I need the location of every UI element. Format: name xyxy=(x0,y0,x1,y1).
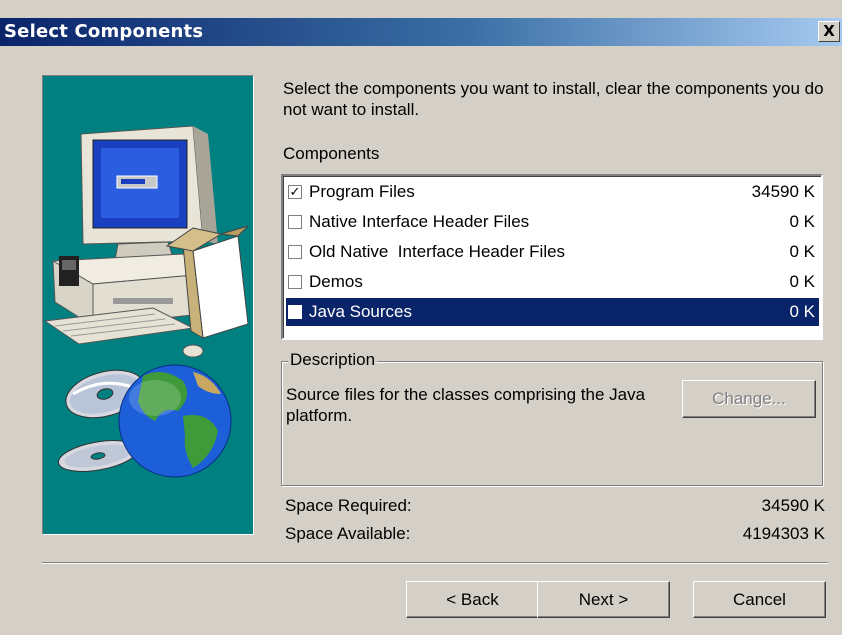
checkbox-native-interface-header-files[interactable] xyxy=(288,215,302,229)
illustration-graphic xyxy=(43,125,249,478)
space-required-label: Space Required: xyxy=(285,496,412,515)
component-name: Java Sources xyxy=(309,302,412,321)
component-size: 0 K xyxy=(789,302,815,321)
component-name: Demos xyxy=(309,272,363,291)
checkbox-program-files[interactable]: ✓ xyxy=(288,185,302,199)
separator xyxy=(42,562,828,564)
close-icon: X xyxy=(823,22,835,40)
space-available-row: Space Available: 4194303 K xyxy=(285,524,825,544)
title-bar[interactable]: Select Components X xyxy=(0,18,842,46)
back-button[interactable]: < Back xyxy=(406,581,539,618)
component-name: Old Native Interface Header Files xyxy=(309,242,566,261)
description-text: Source files for the classes comprising … xyxy=(286,385,646,425)
select-components-dialog: Select Components X Select the component… xyxy=(0,0,842,635)
component-row-program-files[interactable]: ✓ Program Files 34590 K xyxy=(286,178,819,206)
component-size: 0 K xyxy=(789,242,815,261)
component-size: 34590 K xyxy=(751,182,815,201)
checkmark-icon: ✓ xyxy=(289,184,301,199)
space-required-row: Space Required: 34590 K xyxy=(285,496,825,516)
checkbox-demos[interactable] xyxy=(288,275,302,289)
components-label: Components xyxy=(283,144,380,163)
window-title: Select Components xyxy=(4,21,204,42)
component-size: 0 K xyxy=(789,272,815,291)
space-required-value: 34590 K xyxy=(761,496,825,515)
checkbox-java-sources[interactable] xyxy=(288,305,302,319)
installer-illustration xyxy=(42,75,254,535)
change-button[interactable]: Change... xyxy=(682,380,816,418)
close-button[interactable]: X xyxy=(818,21,840,42)
component-row-java-sources[interactable]: Java Sources 0 K xyxy=(286,298,819,326)
description-legend: Description xyxy=(288,350,378,370)
globe-icon xyxy=(118,364,232,478)
component-row-old-native-interface-header-files[interactable]: Old Native Interface Header Files 0 K xyxy=(286,238,819,266)
component-size: 0 K xyxy=(789,212,815,231)
description-group: Description Source files for the classes… xyxy=(281,350,823,486)
next-button[interactable]: Next > xyxy=(537,581,670,618)
components-list[interactable]: ✓ Program Files 34590 K Native Interface… xyxy=(281,174,823,340)
component-name: Native Interface Header Files xyxy=(309,212,530,231)
space-available-label: Space Available: xyxy=(285,524,411,543)
component-row-native-interface-header-files[interactable]: Native Interface Header Files 0 K xyxy=(286,208,819,236)
space-available-value: 4194303 K xyxy=(742,524,825,543)
component-row-demos[interactable]: Demos 0 K xyxy=(286,268,819,296)
instructions-text: Select the components you want to instal… xyxy=(283,79,824,119)
checkbox-old-native-interface-header-files[interactable] xyxy=(288,245,302,259)
component-name: Program Files xyxy=(309,182,415,201)
cancel-button[interactable]: Cancel xyxy=(693,581,826,618)
